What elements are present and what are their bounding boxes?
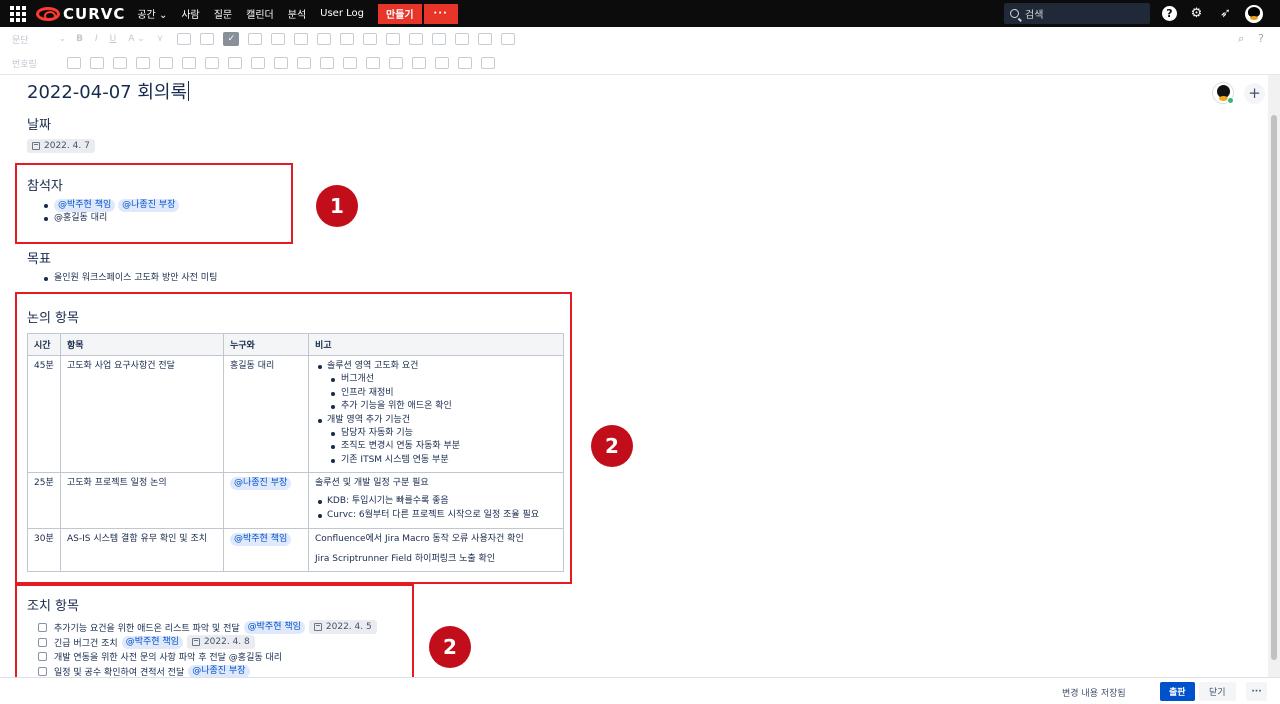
number-list-icon[interactable] [200,33,215,45]
table-op-icon[interactable] [158,57,173,69]
nav-calendar[interactable]: 캘린더 [246,6,274,21]
invite-plus-icon[interactable]: + [1244,82,1265,104]
indent-icon[interactable] [271,33,286,45]
table-op-icon[interactable] [365,57,380,69]
table-op-icon[interactable] [388,57,403,69]
toolbar-right: ⌕ ? [1238,32,1264,46]
redo-icon[interactable] [501,33,516,45]
collaborator-avatar[interactable] [1212,82,1234,104]
table-op-icon[interactable] [457,57,472,69]
date-heading: 날짜 [27,118,51,133]
footer-more-button[interactable]: ··· [1246,682,1267,701]
help-toolbar-icon[interactable]: ? [1258,32,1264,46]
help-icon[interactable]: ? [1162,6,1177,21]
scrollbar-thumb[interactable] [1271,115,1277,660]
table-op-icon[interactable] [227,57,242,69]
top-icons: ? ⚙ ➶ [1162,4,1263,23]
image-icon[interactable] [386,33,401,45]
outdent-icon[interactable] [248,33,263,45]
goal-heading: 목표 [27,252,51,267]
toolbar-row-2: 번호링 [0,51,504,75]
insert-more-icon[interactable] [455,33,470,45]
logo-text: CURVC [63,4,126,23]
annotation-badge-3: 2 [429,626,471,668]
calendar-icon [32,142,40,150]
date-chip[interactable]: 2022. 4. 7 [27,139,95,153]
user-avatar[interactable] [1245,4,1263,23]
table-op-icon[interactable] [273,57,288,69]
table-op-icon[interactable] [411,57,426,69]
table-op-icon[interactable] [66,57,81,69]
table-icon[interactable] [432,33,447,45]
bullet-list-icon[interactable] [177,33,192,45]
table-op-icon[interactable] [480,57,495,69]
create-more-button[interactable]: ··· [423,3,458,24]
table-toolbar-label[interactable]: 번호링 [12,57,37,70]
table-op-icon[interactable] [112,57,127,69]
align-right-icon[interactable] [340,33,355,45]
curvc-logo[interactable]: CURVC [36,0,125,27]
link-icon[interactable] [409,33,424,45]
goal-list: 올인원 워크스페이스 고도화 방안 사전 미팅 [40,272,217,285]
task-list-icon[interactable]: ✓ [223,32,240,46]
table-op-icon[interactable] [204,57,219,69]
search-placeholder: 검색 [1025,10,1044,21]
list-item: 올인원 워크스페이스 고도화 방안 사전 미팅 [40,272,217,285]
create-button[interactable]: 만들기 [378,3,422,24]
find-icon[interactable]: ⌕ [1238,32,1244,46]
annotation-badge-1: 1 [316,185,358,227]
align-left-icon[interactable] [294,33,309,45]
search-input[interactable]: 검색 [1004,3,1150,24]
annotation-box-attendees [15,163,293,244]
paragraph-style-select[interactable]: 문단 [12,33,29,46]
nav-questions[interactable]: 질문 [214,6,232,21]
search-icon [1010,9,1019,18]
online-status-dot [1227,97,1234,104]
page-title[interactable]: 2022-04-07 회의록 [27,78,190,104]
publish-button[interactable]: 출판 [1160,682,1195,701]
nav-people[interactable]: 사람 [181,6,199,21]
apps-grid-icon[interactable] [10,5,28,23]
logo-mark-icon [36,6,60,21]
align-center-icon[interactable] [317,33,332,45]
undo-icon[interactable] [478,33,493,45]
nav-spaces[interactable]: 공간 ⌄ [137,6,167,21]
close-button[interactable]: 닫기 [1199,682,1236,701]
editor-toolbar: 문단 ⌄ BIU A ⌄ ⋎ ✓ ⌕ ? 번호링 [0,27,1280,75]
nav-analytics[interactable]: 분석 [288,6,306,21]
save-status: 변경 내용 저장됨 [1062,689,1126,699]
table-op-icon[interactable] [89,57,104,69]
nav-user-log[interactable]: User Log [320,8,364,19]
toolbar-row-1: 문단 ⌄ BIU A ⌄ ⋎ ✓ [0,27,524,51]
table-op-icon[interactable] [319,57,334,69]
layout-icon[interactable] [363,33,378,45]
table-op-icon[interactable] [434,57,449,69]
collaborators: + [1212,82,1265,104]
table-op-icon[interactable] [181,57,196,69]
table-op-icon[interactable] [296,57,311,69]
main-nav: 공간 ⌄ 사람 질문 캘린더 분석 User Log [137,6,378,21]
settings-icon[interactable]: ⚙ [1187,4,1206,23]
annotation-box-discussion [15,292,572,584]
annotation-badge-2: 2 [591,425,633,467]
table-op-icon[interactable] [135,57,150,69]
table-op-icon[interactable] [342,57,357,69]
editor-footer: 변경 내용 저장됨 출판 닫기 ··· [0,677,1280,704]
rocket-icon[interactable]: ➶ [1216,4,1235,23]
table-op-icon[interactable] [250,57,265,69]
scrollbar[interactable] [1268,75,1280,677]
